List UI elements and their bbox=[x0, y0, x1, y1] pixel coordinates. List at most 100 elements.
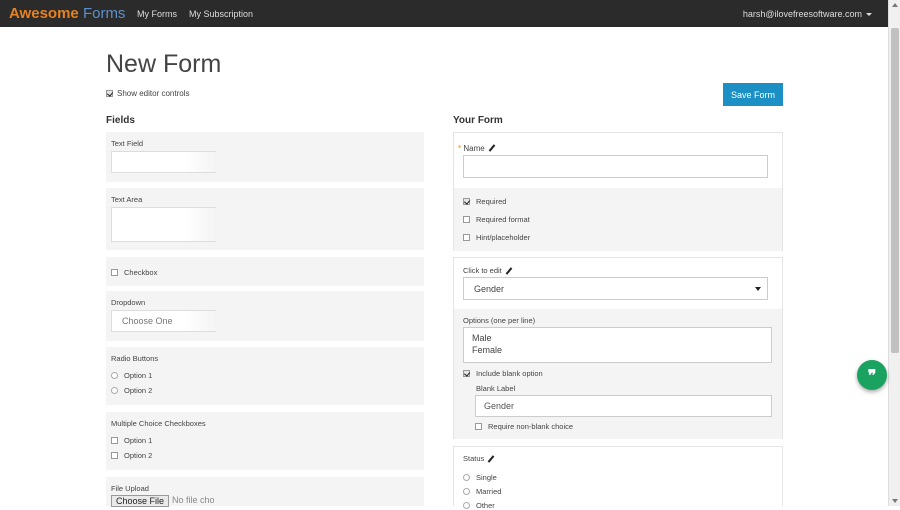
pencil-icon[interactable] bbox=[487, 455, 496, 464]
require-nonblank-label: Require non-blank choice bbox=[488, 422, 574, 431]
name-label: Name bbox=[463, 144, 485, 153]
hint-label: Hint/placeholder bbox=[476, 233, 531, 242]
gender-select[interactable]: Gender bbox=[463, 277, 768, 300]
checkbox-box bbox=[111, 452, 118, 459]
radio-circle bbox=[111, 387, 118, 394]
scroll-down-icon[interactable] bbox=[892, 499, 898, 503]
page-title: New Form bbox=[106, 50, 222, 78]
checkbox-box bbox=[111, 269, 118, 276]
chevron-down-icon bbox=[755, 287, 761, 291]
include-blank-option[interactable]: Include blank option bbox=[463, 369, 543, 378]
required-format-option[interactable]: Required format bbox=[463, 215, 530, 224]
radio-buttons-label: Radio Buttons bbox=[111, 354, 159, 363]
required-label: Required bbox=[476, 197, 507, 206]
radio-option-label: Option 2 bbox=[124, 386, 153, 395]
dropdown-field-settings: Options (one per line) Male Female Inclu… bbox=[454, 309, 782, 439]
checkbox-preview: Checkbox bbox=[111, 268, 157, 277]
status-option-single[interactable]: Single bbox=[463, 473, 497, 482]
option-line: Male bbox=[472, 333, 492, 343]
radio-circle[interactable] bbox=[463, 474, 470, 481]
fields-heading: Fields bbox=[106, 115, 135, 126]
form-field-name[interactable]: * Name Required Required format Hint/pla… bbox=[453, 132, 783, 251]
nav-my-subscription[interactable]: My Subscription bbox=[189, 9, 253, 19]
field-multiple-choice[interactable]: Multiple Choice Checkboxes Option 1 Opti… bbox=[106, 412, 424, 470]
multi-option-label: Option 1 bbox=[124, 436, 153, 445]
pencil-icon[interactable] bbox=[488, 144, 497, 153]
option-line: Female bbox=[472, 345, 503, 355]
status-field-title[interactable]: Status bbox=[463, 454, 496, 464]
chevron-down-icon bbox=[866, 13, 872, 17]
text-field-label: Text Field bbox=[111, 139, 144, 148]
include-blank-label: Include blank option bbox=[476, 369, 543, 378]
field-dropdown[interactable]: Dropdown Choose One bbox=[106, 291, 424, 341]
form-field-dropdown[interactable]: Click to edit Gender Options (one per li… bbox=[453, 257, 783, 439]
blank-label-input[interactable]: Gender bbox=[475, 395, 772, 417]
text-field-preview bbox=[111, 151, 216, 173]
brand-text-awesome: Awesome bbox=[9, 5, 79, 22]
show-editor-controls[interactable]: Show editor controls bbox=[106, 89, 189, 98]
top-navbar: Awesome Forms My Forms My Subscription h… bbox=[0, 0, 900, 27]
brand-text-forms: Forms bbox=[82, 5, 126, 22]
your-form-heading: Your Form bbox=[453, 115, 503, 126]
hint-option[interactable]: Hint/placeholder bbox=[463, 233, 530, 242]
show-editor-controls-label: Show editor controls bbox=[117, 89, 190, 98]
scroll-thumb[interactable] bbox=[891, 28, 899, 353]
multi-option-2: Option 2 bbox=[111, 451, 152, 460]
multiple-choice-label: Multiple Choice Checkboxes bbox=[111, 419, 206, 428]
no-file-text: No file cho bbox=[172, 495, 215, 505]
checkbox-box bbox=[111, 437, 118, 444]
hint-checkbox[interactable] bbox=[463, 234, 470, 241]
status-option-label: Married bbox=[476, 487, 502, 496]
choose-file-button[interactable]: Choose File bbox=[111, 495, 170, 507]
blank-label-title: Blank Label bbox=[476, 384, 516, 393]
show-editor-controls-checkbox[interactable] bbox=[106, 90, 113, 97]
name-input[interactable] bbox=[463, 155, 768, 178]
options-textarea[interactable]: Male Female bbox=[463, 327, 772, 363]
save-form-button[interactable]: Save Form bbox=[723, 83, 783, 106]
required-format-label: Required format bbox=[476, 215, 530, 224]
field-text-area[interactable]: Text Area bbox=[106, 188, 424, 250]
name-field-title[interactable]: * Name bbox=[458, 144, 497, 153]
require-nonblank-checkbox[interactable] bbox=[475, 423, 482, 430]
required-star: * bbox=[458, 144, 462, 153]
page-scrollbar[interactable] bbox=[888, 0, 900, 506]
blank-label-value: Gender bbox=[484, 401, 515, 411]
multi-option-label: Option 2 bbox=[124, 451, 153, 460]
pencil-icon[interactable] bbox=[505, 267, 514, 276]
required-checkbox[interactable] bbox=[463, 198, 470, 205]
multi-option-1: Option 1 bbox=[111, 436, 152, 445]
text-area-label: Text Area bbox=[111, 195, 143, 204]
radio-option-2: Option 2 bbox=[111, 386, 152, 395]
options-label: Options (one per line) bbox=[463, 316, 536, 325]
field-text-field[interactable]: Text Field bbox=[106, 132, 424, 182]
radio-circle[interactable] bbox=[463, 488, 470, 495]
radio-option-label: Option 1 bbox=[124, 371, 153, 380]
status-option-label: Single bbox=[476, 473, 497, 482]
require-nonblank-option[interactable]: Require non-blank choice bbox=[475, 422, 573, 431]
user-email: harsh@ilovefreesoftware.com bbox=[742, 9, 862, 19]
form-field-status[interactable]: Status Single Married Other bbox=[453, 446, 783, 510]
user-menu[interactable]: harsh@ilovefreesoftware.com bbox=[743, 9, 872, 19]
scroll-up-icon[interactable] bbox=[892, 3, 898, 7]
nav-my-forms[interactable]: My Forms bbox=[137, 9, 177, 19]
field-radio-buttons[interactable]: Radio Buttons Option 1 Option 2 bbox=[106, 347, 424, 405]
include-blank-checkbox[interactable] bbox=[463, 370, 470, 377]
required-format-checkbox[interactable] bbox=[463, 216, 470, 223]
dropdown-placeholder: Choose One bbox=[122, 316, 173, 326]
quote-icon[interactable]: ❞ bbox=[857, 360, 887, 390]
required-option[interactable]: Required bbox=[463, 197, 506, 206]
status-label: Status bbox=[463, 454, 485, 463]
dropdown-label: Dropdown bbox=[111, 298, 146, 307]
radio-circle bbox=[111, 372, 118, 379]
file-upload-label: File Upload bbox=[111, 484, 149, 493]
brand-logo[interactable]: Awesome Forms bbox=[9, 5, 125, 22]
status-option-married[interactable]: Married bbox=[463, 487, 501, 496]
click-to-edit-label: Click to edit bbox=[463, 266, 502, 275]
text-area-preview bbox=[111, 207, 216, 242]
radio-option-1: Option 1 bbox=[111, 371, 152, 380]
field-checkbox[interactable]: Checkbox bbox=[106, 257, 424, 286]
field-file-upload[interactable]: File Upload Choose File No file cho bbox=[106, 477, 424, 507]
dropdown-field-title[interactable]: Click to edit bbox=[463, 266, 514, 276]
gender-select-value: Gender bbox=[474, 284, 505, 294]
checkbox-label: Checkbox bbox=[124, 268, 158, 277]
